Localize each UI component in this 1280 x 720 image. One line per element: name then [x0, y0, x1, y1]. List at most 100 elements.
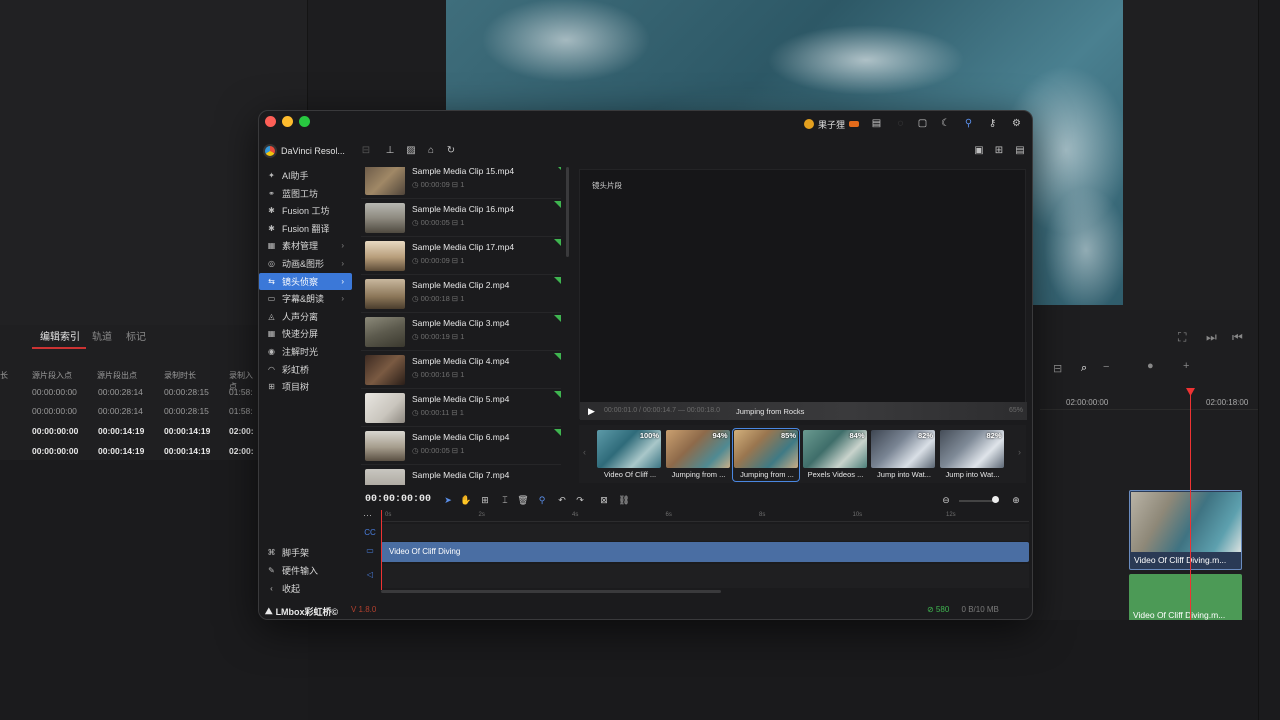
moon-icon[interactable]: ☾	[939, 117, 952, 130]
pin-icon[interactable]: ⚲	[962, 117, 975, 130]
timeline-video-clip[interactable]: Video Of Cliff Diving.m...	[1129, 490, 1242, 570]
chevron-right-icon[interactable]: ›	[1018, 447, 1021, 457]
timeline-ruler[interactable]: 02:00:00:00 02:00:18:00	[1040, 388, 1258, 410]
sidebar-item[interactable]: ✦ AI助手	[259, 167, 352, 184]
table-row[interactable]: 00:00:00:00 00:00:28:14 00:00:28:15 01:5…	[0, 387, 260, 401]
maximize-button[interactable]	[299, 116, 310, 127]
list-item[interactable]: Sample Media Clip 15.mp4 ◷ 00:00:09 ⊟ 1	[361, 167, 561, 199]
chevron-left-icon[interactable]: ‹	[583, 447, 586, 457]
house-icon[interactable]: ⌂	[425, 145, 437, 157]
sidebar-item[interactable]: ▦ 素材管理 ›	[259, 237, 352, 254]
clock-icon: ◷	[412, 408, 421, 417]
zoom-out-icon[interactable]: −	[1103, 361, 1109, 373]
settings-icon[interactable]: ⚙	[1010, 117, 1023, 130]
tab-edit-index[interactable]: 编辑索引	[32, 328, 86, 349]
sidebar-item[interactable]: ⚭ 蓝图工坊	[259, 185, 352, 202]
similar-shot-card[interactable]: 85% Jumping from ...	[732, 428, 800, 482]
title-bar[interactable]: 果子狸 ▤ ◌ ▢ ☾ ⚲ ⚷ ⚙	[259, 111, 1032, 137]
sidebar-item[interactable]: ◉ 注解时光	[259, 343, 352, 360]
user-account[interactable]: 果子狸	[804, 117, 860, 131]
similar-shot-card[interactable]: 100% Video Of Cliff ...	[596, 429, 662, 481]
subtitle-track[interactable]	[381, 524, 1029, 541]
filter-icon[interactable]: ⊟	[360, 145, 372, 157]
sidebar-item[interactable]: ⌘ 脚手架	[259, 544, 352, 561]
more-icon[interactable]: ···	[363, 510, 372, 520]
shot-name: Video Of Cliff ...	[603, 470, 657, 479]
zoom-in-icon[interactable]: ⊕	[1010, 494, 1022, 506]
link-icon[interactable]: ⛓	[618, 494, 630, 506]
undo-icon[interactable]: ↶	[556, 494, 568, 506]
prev-frame-icon[interactable]: ⏮	[1232, 330, 1243, 345]
zoom-slider-knob[interactable]	[992, 496, 999, 503]
list-item[interactable]: Sample Media Clip 2.mp4 ◷ 00:00:18 ⊟ 1	[361, 277, 561, 313]
audio-track[interactable]	[381, 564, 1029, 588]
lightbulb-icon[interactable]: ◌	[894, 117, 907, 130]
similar-shot-card[interactable]: 84% Pexels Videos ...	[802, 429, 868, 481]
list-item[interactable]: Sample Media Clip 6.mp4 ◷ 00:00:05 ⊟ 1	[361, 429, 561, 465]
zoom-icon[interactable]: ⌕	[1081, 362, 1087, 375]
message-icon[interactable]: ▢	[916, 117, 929, 130]
timeline-ruler[interactable]: 0s 2s 4s 6s 8s 10s 12s	[381, 510, 1029, 522]
similar-shot-card[interactable]: 82% Jump into Wat...	[870, 429, 936, 481]
magnet-icon[interactable]: ⚲	[536, 494, 548, 506]
sidebar-item[interactable]: ⊞ 项目树	[259, 378, 352, 395]
clip-list-scrollbar[interactable]	[566, 167, 569, 257]
sidebar-item[interactable]: ▦ 快速分屏	[259, 325, 352, 342]
clip-list: Sample Media Clip 15.mp4 ◷ 00:00:09 ⊟ 1 Sa…	[361, 167, 565, 485]
image-icon[interactable]: ▨	[405, 145, 417, 157]
refresh-icon[interactable]: ↻	[445, 145, 457, 157]
fullscreen-icon[interactable]: ⛶	[1178, 330, 1186, 345]
sidebar-item[interactable]: ◬ 人声分离	[259, 308, 352, 325]
tab-markers[interactable]: 标记	[126, 328, 146, 343]
sidebar-item[interactable]: ⇆ 镜头侦察 ›	[259, 272, 352, 290]
playhead[interactable]	[381, 510, 382, 590]
clip-shot-count: 1	[460, 256, 465, 265]
export-icon[interactable]: ▤	[1014, 145, 1026, 157]
table-row[interactable]: 00:00:00:00 00:00:14:19 00:00:14:19 02:0…	[0, 426, 260, 440]
app-selector[interactable]: DaVinci Resol...	[263, 143, 355, 159]
zoom-fit-icon[interactable]: ⊟	[1053, 362, 1062, 375]
video-track-clip[interactable]: Video Of Cliff Diving	[381, 542, 1029, 562]
list-item[interactable]: Sample Media Clip 16.mp4 ◷ 00:00:05 ⊟ 1	[361, 201, 561, 237]
shot-preview: 镜头片段 ▶ 00:00:01.0 / 00:00:14.7 — 00:00:1…	[579, 169, 1027, 420]
play-icon[interactable]: ▶	[588, 406, 595, 417]
minimize-button[interactable]	[282, 116, 293, 127]
list-item[interactable]: Sample Media Clip 7.mp4	[361, 467, 561, 485]
hand-tool-icon[interactable]: ✋	[460, 494, 472, 506]
list-item[interactable]: Sample Media Clip 5.mp4 ◷ 00:00:11 ⊟ 1	[361, 391, 561, 427]
timeline-audio-clip[interactable]: Video Of Cliff Diving.m...	[1129, 574, 1242, 622]
similar-shot-card[interactable]: 94% Jumping from ...	[665, 429, 731, 481]
tab-tracks[interactable]: 轨道	[92, 328, 112, 343]
crop-icon[interactable]: ⊠	[598, 494, 610, 506]
hierarchy-icon[interactable]: ⊥	[384, 145, 396, 157]
save-icon[interactable]: ▣	[973, 145, 985, 157]
add-icon[interactable]: ⊞	[993, 145, 1005, 157]
store-icon[interactable]: ▤	[870, 117, 883, 130]
sidebar-item[interactable]: ◠ 彩虹桥	[259, 361, 352, 378]
table-row[interactable]: 00:00:00:00 00:00:28:14 00:00:28:15 01:5…	[0, 406, 260, 420]
timeline-scrollbar[interactable]	[381, 590, 721, 593]
sidebar-item[interactable]: ✱ Fusion 翻译	[259, 220, 352, 237]
delete-icon[interactable]: 🗑	[517, 494, 529, 506]
next-frame-icon[interactable]: ⏭	[1206, 330, 1217, 345]
list-item[interactable]: Sample Media Clip 3.mp4 ◷ 00:00:19 ⊟ 1	[361, 315, 561, 351]
split-icon[interactable]: ⌶	[499, 494, 511, 506]
zoom-slider-knob[interactable]: ●	[1147, 360, 1154, 372]
sidebar-item[interactable]: ‹ 收起	[259, 580, 352, 597]
ai-icon: ✦	[268, 171, 275, 180]
list-item[interactable]: Sample Media Clip 4.mp4 ◷ 00:00:16 ⊟ 1	[361, 353, 561, 389]
similar-shot-card[interactable]: 82% Jump into Wat...	[939, 429, 1005, 481]
table-row[interactable]: 00:00:00:00 00:00:14:19 00:00:14:19 02:0…	[0, 446, 260, 460]
sidebar-item[interactable]: ◎ 动画&图形 ›	[259, 255, 352, 272]
select-tool-icon[interactable]: ➤	[442, 494, 454, 506]
zoom-in-icon[interactable]: +	[1183, 360, 1189, 372]
trim-icon[interactable]: ⊞	[479, 494, 491, 506]
list-item[interactable]: Sample Media Clip 17.mp4 ◷ 00:00:09 ⊟ 1	[361, 239, 561, 275]
redo-icon[interactable]: ↷	[574, 494, 586, 506]
sidebar-item[interactable]: ▭ 字幕&朗读 ›	[259, 290, 352, 307]
sidebar-item[interactable]: ✱ Fusion 工坊	[259, 202, 352, 219]
key-icon[interactable]: ⚷	[986, 117, 999, 130]
sidebar-item[interactable]: ✎ 硬件输入	[259, 562, 352, 579]
close-button[interactable]	[265, 116, 276, 127]
zoom-out-icon[interactable]: ⊖	[940, 494, 952, 506]
